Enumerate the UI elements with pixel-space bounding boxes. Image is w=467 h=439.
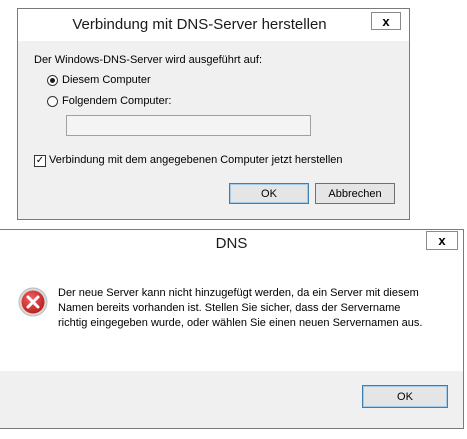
computer-name-input[interactable] [66, 115, 311, 136]
ok-button[interactable]: OK [229, 183, 309, 204]
close-icon: x [438, 233, 446, 248]
radio-this-computer-label[interactable]: Diesem Computer [62, 74, 151, 86]
close-button[interactable]: x [371, 12, 401, 30]
close-button[interactable]: x [426, 231, 458, 250]
dialog-title: DNS [215, 235, 248, 252]
checkmark-icon: ✓ [35, 155, 45, 166]
error-message: Der neue Server kann nicht hinzugefügt w… [58, 287, 423, 329]
connect-now-checkbox[interactable]: ✓ [34, 155, 46, 167]
dns-error-dialog: DNS x Der neue Server kann nicht hinzuge… [0, 229, 464, 429]
ok-button[interactable]: OK [362, 385, 448, 408]
close-icon: x [382, 13, 390, 29]
dialog-footer: OK [0, 371, 463, 428]
server-location-label: Der Windows-DNS-Server wird ausgeführt a… [34, 54, 263, 66]
dns-connect-dialog: Verbindung mit DNS-Server herstellen x D… [17, 8, 410, 220]
radio-following-computer-label[interactable]: Folgendem Computer: [62, 95, 171, 107]
radio-selected-dot [50, 78, 55, 83]
cancel-button[interactable]: Abbrechen [315, 183, 395, 204]
error-icon [18, 287, 48, 317]
dialog-body: Der Windows-DNS-Server wird ausgeführt a… [18, 41, 409, 219]
radio-following-computer[interactable] [47, 96, 58, 107]
connect-now-label[interactable]: Verbindung mit dem angegebenen Computer … [49, 154, 343, 166]
dialog-title: Verbindung mit DNS-Server herstellen [18, 9, 409, 41]
radio-this-computer[interactable] [47, 75, 58, 86]
